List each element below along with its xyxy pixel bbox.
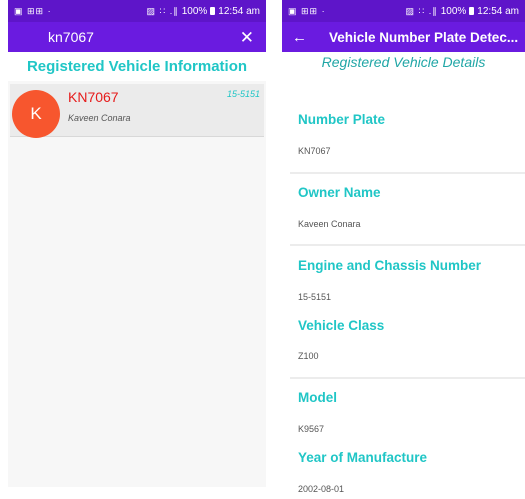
divider xyxy=(290,244,525,246)
result-code: 15-5151 xyxy=(226,89,260,99)
field-value-owner-name: Kaveen Conara xyxy=(298,219,361,229)
signal-icons: ▨ ∷ .∥ xyxy=(405,5,438,16)
result-plate: KN7067 xyxy=(68,89,119,105)
avatar: K xyxy=(12,90,60,138)
field-label-year: Year of Manufacture xyxy=(298,450,428,465)
field-value-year: 2002-08-01 xyxy=(298,484,345,494)
status-bar: ▣ ⊞⊞ · ▨ ∷ .∥ 100% 12:54 am xyxy=(282,0,525,22)
search-results-screen: ▣ ⊞⊞ · ▨ ∷ .∥ 100% 12:54 am kn7067 ✕ Reg… xyxy=(8,0,266,487)
field-value-model: K9567 xyxy=(298,424,325,434)
vehicle-details-screen: ▣ ⊞⊞ · ▨ ∷ .∥ 100% 12:54 am ← Vehicle Nu… xyxy=(282,0,525,499)
close-icon[interactable]: ✕ xyxy=(240,29,254,46)
details-heading: Registered Vehicle Details xyxy=(321,54,486,70)
notification-icons: ▣ ⊞⊞ · xyxy=(14,5,52,16)
back-arrow-icon[interactable]: ← xyxy=(292,29,307,46)
battery-icon xyxy=(210,7,216,15)
notification-icons: ▣ ⊞⊞ · xyxy=(288,5,326,16)
field-label-engine-chassis: Engine and Chassis Number xyxy=(298,258,482,273)
toolbar: ← Vehicle Number Plate Detec... xyxy=(282,22,525,52)
results-heading: Registered Vehicle Information xyxy=(8,52,266,81)
status-bar: ▣ ⊞⊞ · ▨ ∷ .∥ 100% 12:54 am xyxy=(8,0,266,22)
field-value-vehicle-class: Z100 xyxy=(298,351,319,361)
signal-icons: ▨ ∷ .∥ xyxy=(146,5,179,16)
status-time: 12:54 am xyxy=(477,5,519,17)
vehicle-result-card[interactable]: K KN7067 Kaveen Conara 15-5151 xyxy=(10,84,264,138)
battery-percent: 100% xyxy=(181,5,208,17)
screen-title: Vehicle Number Plate Detec... xyxy=(329,29,519,45)
field-value-number-plate: KN7067 xyxy=(298,146,331,156)
divider xyxy=(290,377,525,379)
divider xyxy=(290,172,525,174)
field-label-model: Model xyxy=(298,390,337,405)
battery-percent: 100% xyxy=(440,5,467,17)
status-time: 12:54 am xyxy=(218,5,260,17)
field-value-engine-chassis: 15-5151 xyxy=(298,292,332,302)
field-label-owner-name: Owner Name xyxy=(298,185,381,200)
field-label-number-plate: Number Plate xyxy=(298,112,386,127)
search-bar: kn7067 ✕ xyxy=(8,22,266,52)
field-label-vehicle-class: Vehicle Class xyxy=(298,318,385,333)
search-input[interactable]: kn7067 xyxy=(48,29,94,45)
battery-icon xyxy=(469,7,475,15)
result-owner: Kaveen Conara xyxy=(68,113,131,123)
